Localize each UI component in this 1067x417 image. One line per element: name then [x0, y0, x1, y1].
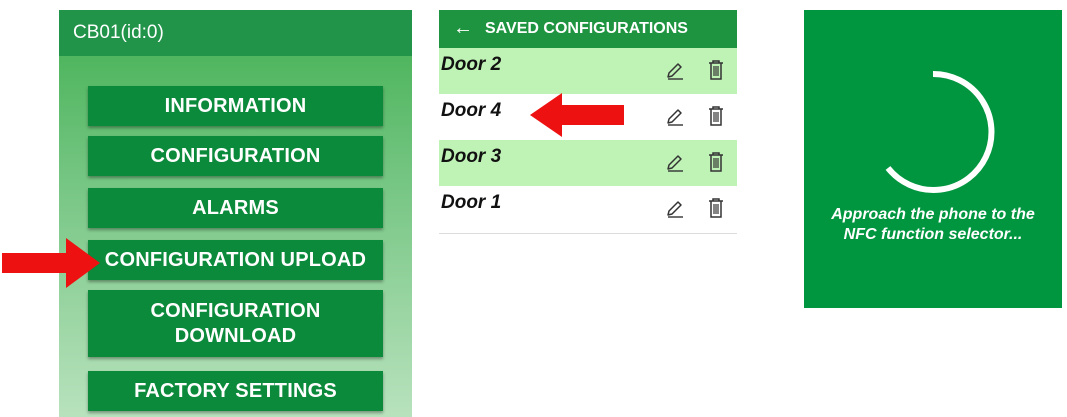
pointer-arrow-upload-icon: [2, 238, 100, 288]
saved-configurations-header: ← SAVED CONFIGURATIONS: [439, 10, 737, 48]
nfc-instruction-message: Approach the phone to the NFC function s…: [804, 205, 1062, 245]
device-menu-screen: CB01(id:0) INFORMATION CONFIGURATION ALA…: [59, 10, 412, 417]
information-button[interactable]: INFORMATION: [88, 86, 383, 126]
alarms-button-label: ALARMS: [192, 196, 279, 219]
config-row-name: Door 2: [441, 54, 502, 75]
trash-delete-icon[interactable]: [707, 105, 725, 127]
information-button-label: INFORMATION: [164, 94, 307, 117]
nfc-prompt-screen: Approach the phone to the NFC function s…: [804, 10, 1062, 308]
loading-spinner-icon: [885, 70, 995, 193]
configuration-download-button[interactable]: CONFIGURATION DOWNLOAD: [88, 290, 383, 357]
nfc-message-line2: NFC function selector...: [843, 226, 1023, 243]
config-row-door-2[interactable]: Door 2: [439, 48, 737, 94]
config-row-door-3[interactable]: Door 3: [439, 140, 737, 186]
configuration-download-label-line2: DOWNLOAD: [174, 324, 297, 347]
back-arrow-icon[interactable]: ←: [453, 16, 473, 40]
config-row-name: Door 4: [441, 100, 502, 121]
configuration-upload-button-label: CONFIGURATION UPLOAD: [104, 248, 367, 271]
configuration-button[interactable]: CONFIGURATION: [88, 136, 383, 176]
pointer-arrow-door4-icon: [530, 93, 624, 137]
saved-configurations-title: SAVED CONFIGURATIONS: [485, 20, 688, 37]
menu-header-title: CB01(id:0): [59, 10, 412, 56]
trash-delete-icon[interactable]: [707, 151, 725, 173]
pencil-edit-icon[interactable]: [665, 106, 685, 126]
factory-settings-button[interactable]: FACTORY SETTINGS: [88, 371, 383, 411]
config-row-door-1[interactable]: Door 1: [439, 186, 737, 232]
pencil-edit-icon[interactable]: [665, 198, 685, 218]
pencil-edit-icon[interactable]: [665, 152, 685, 172]
trash-delete-icon[interactable]: [707, 197, 725, 219]
config-row-name: Door 1: [441, 192, 502, 213]
list-divider: [439, 233, 737, 234]
configuration-download-label-line1: CONFIGURATION: [150, 299, 321, 322]
nfc-message-line1: Approach the phone to the: [831, 206, 1035, 223]
config-row-name: Door 3: [441, 146, 502, 167]
trash-delete-icon[interactable]: [707, 59, 725, 81]
configuration-button-label: CONFIGURATION: [150, 144, 321, 167]
alarms-button[interactable]: ALARMS: [88, 188, 383, 228]
pencil-edit-icon[interactable]: [665, 60, 685, 80]
configuration-upload-button[interactable]: CONFIGURATION UPLOAD: [88, 240, 383, 280]
factory-settings-button-label: FACTORY SETTINGS: [134, 379, 337, 402]
